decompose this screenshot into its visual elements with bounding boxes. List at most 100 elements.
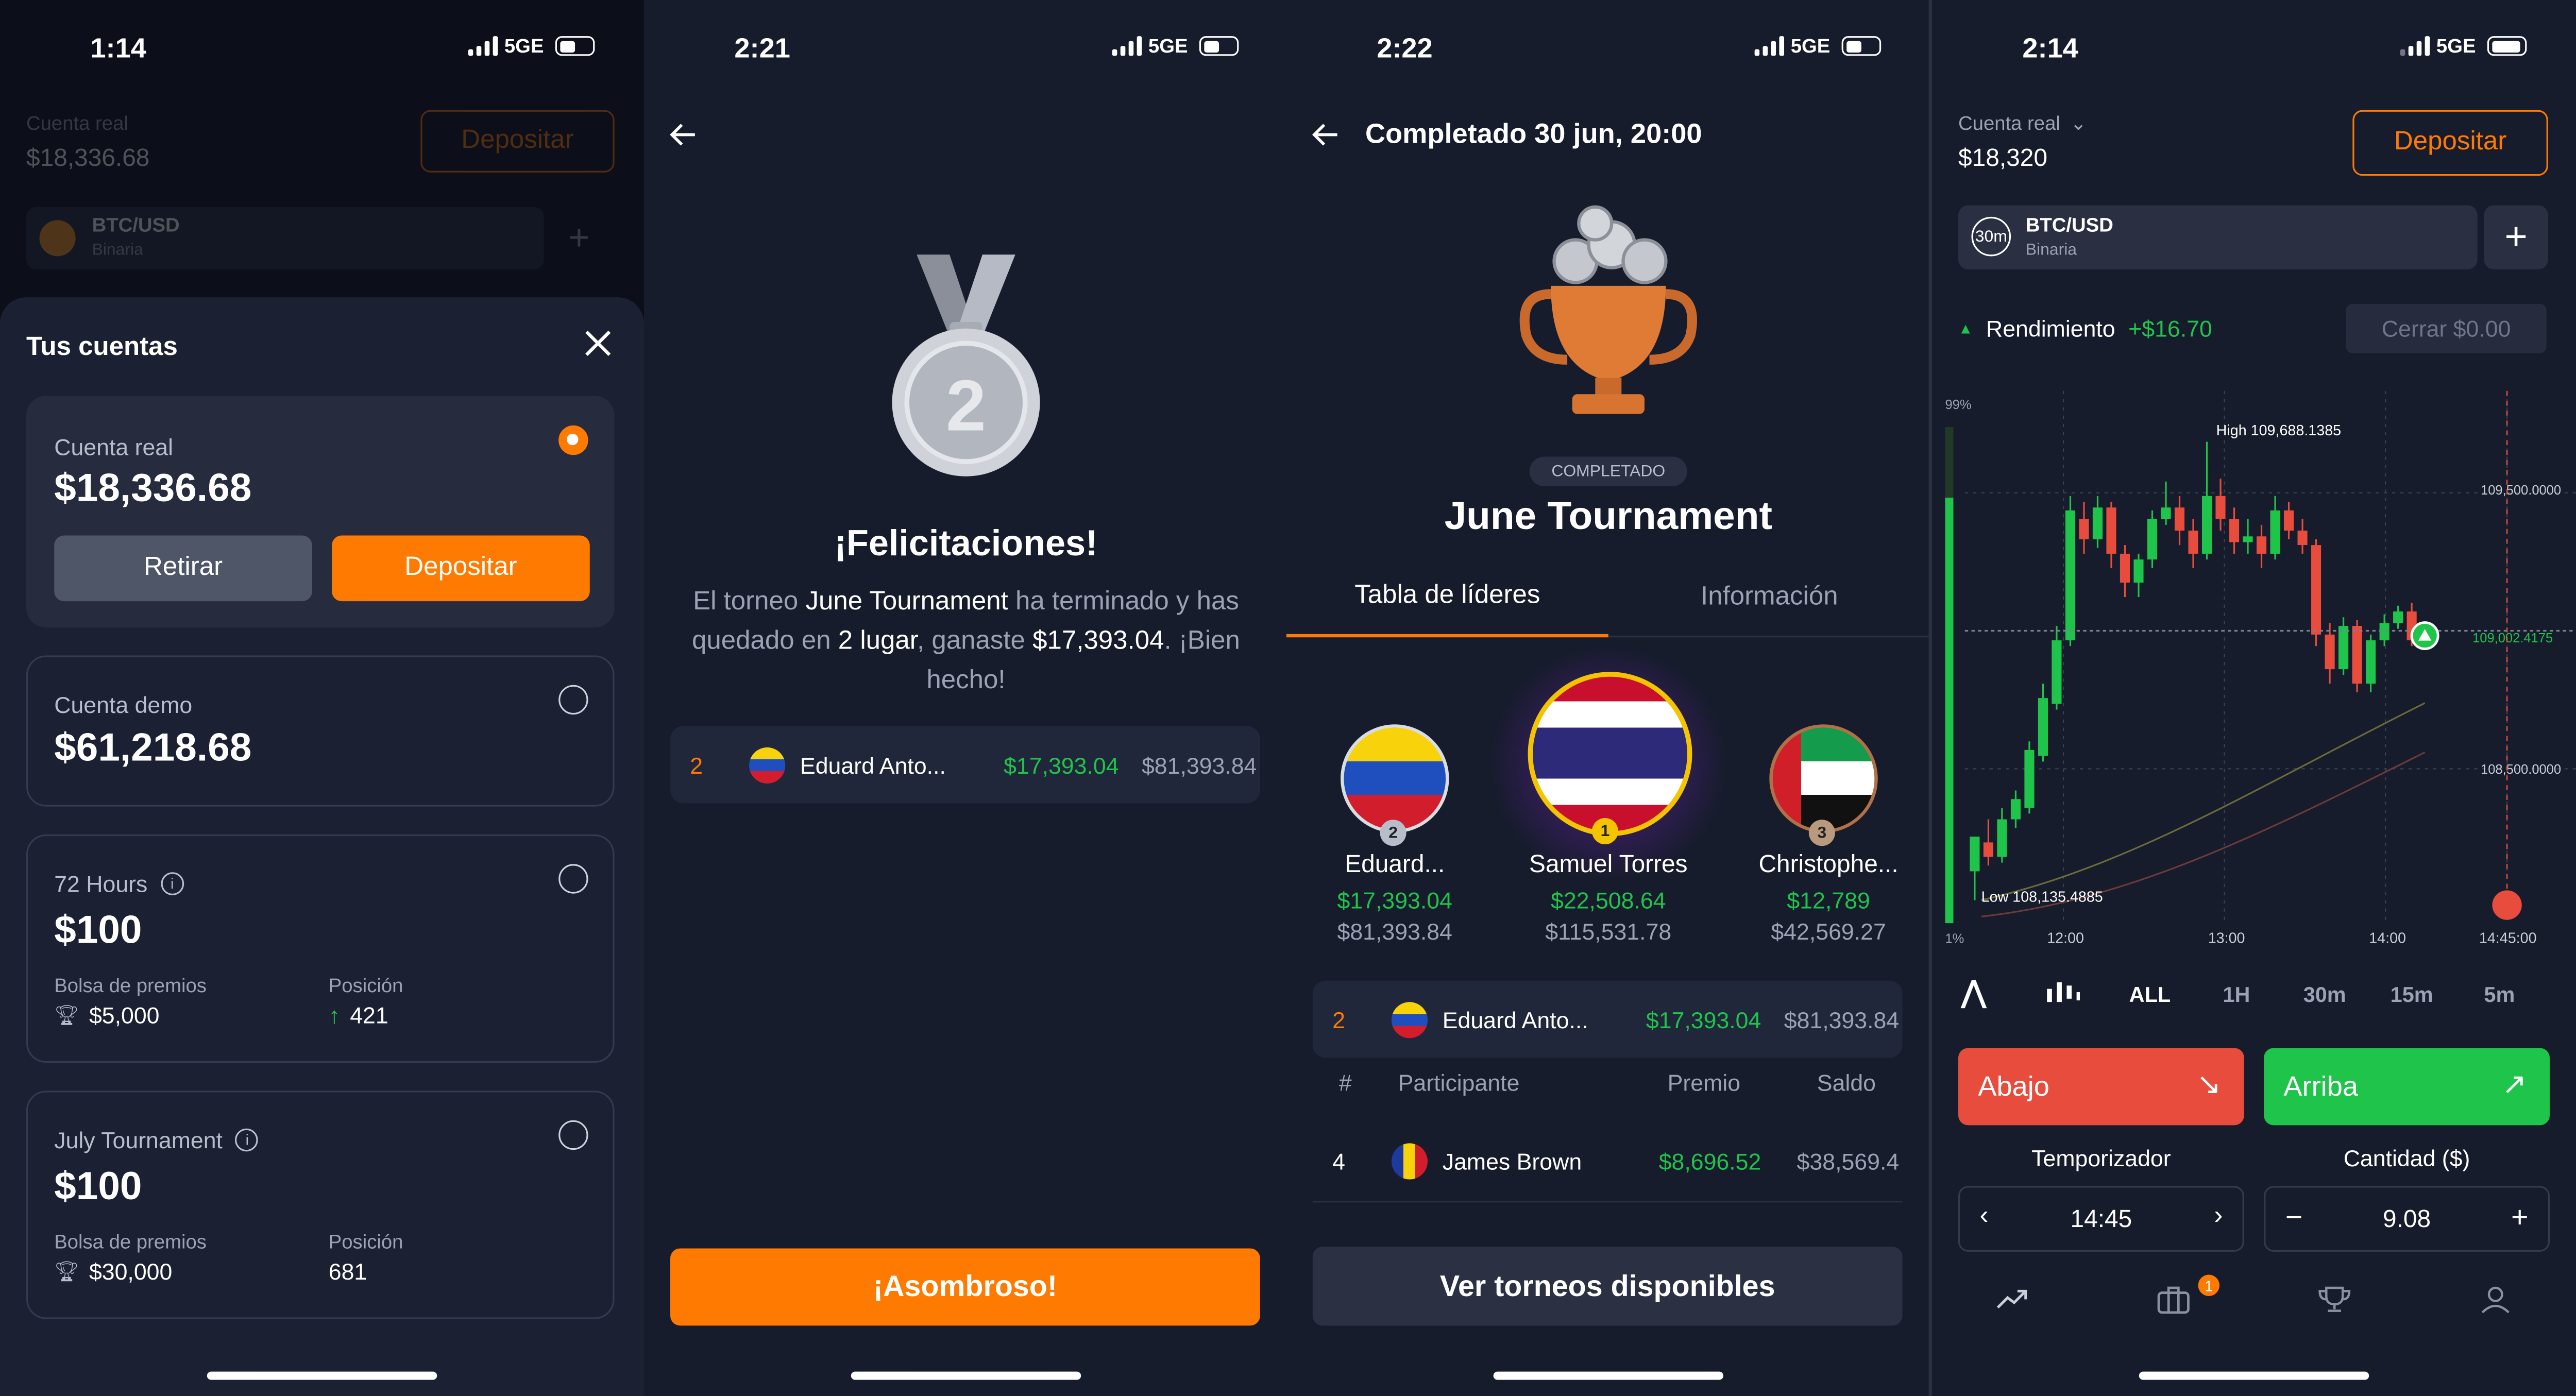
candle bbox=[2229, 519, 2240, 542]
tournament-title: June Tournament bbox=[1444, 494, 1772, 539]
performance: ▲ Rendimiento +$16.70 bbox=[1958, 315, 2212, 342]
candle bbox=[2338, 626, 2349, 670]
demo-account-radio[interactable] bbox=[558, 685, 588, 715]
high-label: High 109,688.1385 bbox=[2216, 422, 2341, 439]
tournament-results-screen: 2:22 5GE Completado 30 jun, 20:00 COMPLE… bbox=[1286, 0, 1930, 1396]
demo-account-card[interactable]: Cuenta demo $61,218.68 bbox=[26, 655, 615, 807]
battery-icon bbox=[1841, 36, 1882, 56]
candle bbox=[2024, 750, 2035, 808]
price-tick: 109,500.0000 bbox=[2481, 483, 2561, 498]
chevron-down-icon: ⌄ bbox=[2070, 111, 2087, 135]
candle bbox=[2311, 545, 2321, 635]
info-icon[interactable]: i bbox=[160, 872, 184, 895]
plus-icon: + bbox=[568, 216, 590, 258]
time-tick: 14:00 bbox=[2369, 930, 2406, 946]
portfolio-nav-icon[interactable] bbox=[2156, 1285, 2192, 1322]
range-15m[interactable]: 15m bbox=[2391, 982, 2433, 1007]
amount-label: Cantidad ($) bbox=[2343, 1145, 2470, 1171]
close-icon[interactable] bbox=[582, 327, 615, 360]
account-balance: $18,320 bbox=[1958, 144, 2047, 173]
thailand-flag-icon bbox=[1528, 672, 1692, 837]
drawing-tool-icon[interactable]: ⋀ bbox=[1961, 976, 1986, 1010]
svg-text:2: 2 bbox=[946, 365, 986, 446]
back-arrow-icon[interactable] bbox=[667, 118, 700, 160]
result-row: 2 Eduard Anto... $17,393.04 $81,393.84 bbox=[670, 726, 1260, 804]
candle bbox=[2065, 510, 2076, 641]
candle bbox=[2106, 507, 2116, 554]
july-radio[interactable] bbox=[558, 1120, 588, 1150]
accounts-screen: 1:14 5GE Cuenta real $18,336.68 Deposita… bbox=[0, 0, 645, 1396]
candle bbox=[2393, 611, 2403, 623]
trading-screen: 2:14 5GE Cuenta real ⌄ $18,320 Depositar … bbox=[1932, 0, 2576, 1396]
tournament-72h-card[interactable]: 72 Hours i $100 Bolsa de premios 🏆︎ $5,000… bbox=[26, 834, 615, 1063]
info-icon[interactable]: i bbox=[235, 1128, 259, 1152]
real-account-radio[interactable] bbox=[558, 425, 588, 455]
triangle-up-icon: ▲ bbox=[1958, 320, 1973, 337]
header-title: Completado 30 jun, 20:00 bbox=[1365, 118, 1702, 150]
status-time: 1:14 bbox=[90, 32, 146, 64]
candle bbox=[2325, 634, 2335, 670]
chart-toolbar: ⋀ ALL 1H 30m 15m 5m bbox=[1958, 976, 2550, 1015]
view-tournaments-button[interactable]: Ver torneos disponibles bbox=[1312, 1247, 1903, 1326]
trophy-coins-icon bbox=[1510, 203, 1707, 425]
add-asset-button[interactable]: + bbox=[2484, 205, 2548, 269]
tournaments-nav-icon[interactable] bbox=[2316, 1285, 2352, 1322]
signal-icon bbox=[1754, 36, 1784, 56]
status-bar: 2:21 5GE bbox=[644, 26, 1288, 69]
trade-nav-icon[interactable] bbox=[1994, 1285, 2030, 1322]
withdraw-button[interactable]: Retirar bbox=[54, 535, 312, 602]
real-account-card[interactable]: Cuenta real $18,336.68 Retirar Depositar bbox=[26, 396, 615, 628]
amount-stepper[interactable]: − 9.08 + bbox=[2264, 1186, 2550, 1252]
romania-flag-icon bbox=[1391, 1143, 1428, 1180]
back-arrow-icon[interactable] bbox=[1309, 118, 1342, 160]
accounts-sheet: Tus cuentas Cuenta real $18,336.68 Retir… bbox=[0, 297, 645, 1396]
venezuela-flag-icon bbox=[1341, 724, 1449, 833]
candle bbox=[2079, 519, 2089, 539]
down-button[interactable]: Abajo ↘ bbox=[1958, 1048, 2244, 1126]
real-balance: $18,336.68 bbox=[54, 466, 252, 511]
awesome-button[interactable]: ¡Asombroso! bbox=[670, 1248, 1260, 1326]
deposit-button[interactable]: Depositar bbox=[2352, 110, 2548, 176]
tab-leaderboard[interactable]: Tabla de líderes bbox=[1286, 575, 1608, 638]
timer-stepper[interactable]: ‹ 14:45 › bbox=[1958, 1186, 2244, 1252]
pct-bottom: 1% bbox=[1945, 931, 1964, 946]
candle-type-icon[interactable] bbox=[2044, 979, 2080, 1014]
congrats-screen: 2:21 5GE 2 ¡Felicitaciones! El torneo Ju… bbox=[644, 0, 1289, 1396]
asset-selector[interactable]: 30m BTC/USD Binaria bbox=[1958, 205, 2478, 269]
sheet-title: Tus cuentas bbox=[26, 333, 178, 362]
chevron-right-icon[interactable]: › bbox=[2214, 1202, 2223, 1232]
deposit-button[interactable]: Depositar bbox=[332, 535, 590, 602]
signal-icon bbox=[468, 36, 498, 56]
home-indicator bbox=[1493, 1371, 1724, 1380]
close-position-button[interactable]: Cerrar $0.00 bbox=[2346, 303, 2547, 353]
home-indicator bbox=[851, 1371, 1081, 1380]
candle bbox=[1997, 819, 2007, 857]
tab-info[interactable]: Información bbox=[1608, 575, 1930, 638]
profile-nav-icon[interactable] bbox=[2478, 1285, 2514, 1322]
range-all[interactable]: ALL bbox=[2129, 982, 2171, 1007]
status-bar: 2:22 5GE bbox=[1286, 26, 1930, 69]
candle bbox=[2052, 640, 2062, 704]
battery-icon bbox=[2487, 36, 2527, 56]
candle bbox=[2215, 496, 2226, 519]
account-selector[interactable]: Cuenta real ⌄ bbox=[1958, 112, 2087, 135]
july-tournament-card[interactable]: July Tournament i $100 Bolsa de premios 🏆… bbox=[26, 1091, 615, 1319]
home-indicator bbox=[2139, 1371, 2369, 1380]
my-rank-row: 2 Eduard Anto... $17,393.04 $81,393.84 bbox=[1312, 980, 1903, 1058]
home-indicator bbox=[207, 1371, 437, 1380]
candle bbox=[2243, 536, 2253, 542]
price-chart[interactable]: 99% 1% High 109,688.1385 Low 108,135.488… bbox=[1932, 374, 2576, 974]
up-button[interactable]: Arriba ↗ bbox=[2264, 1048, 2550, 1126]
trophy-icon: 🏆︎ bbox=[54, 1259, 79, 1283]
range-1h[interactable]: 1H bbox=[2223, 982, 2250, 1007]
t72-radio[interactable] bbox=[558, 864, 588, 894]
low-label: Low 108,135.4885 bbox=[1981, 889, 2103, 906]
congrats-title: ¡Felicitaciones! bbox=[834, 522, 1098, 564]
range-5m[interactable]: 5m bbox=[2484, 982, 2515, 1007]
arrow-down-right-icon: ↘ bbox=[2196, 1067, 2222, 1101]
timeframe-icon: 30m bbox=[1971, 216, 2011, 257]
range-30m[interactable]: 30m bbox=[2303, 982, 2346, 1007]
candle bbox=[2284, 510, 2294, 531]
time-tick: 14:45:00 bbox=[2479, 930, 2537, 946]
plus-icon[interactable]: + bbox=[2511, 1201, 2529, 1235]
